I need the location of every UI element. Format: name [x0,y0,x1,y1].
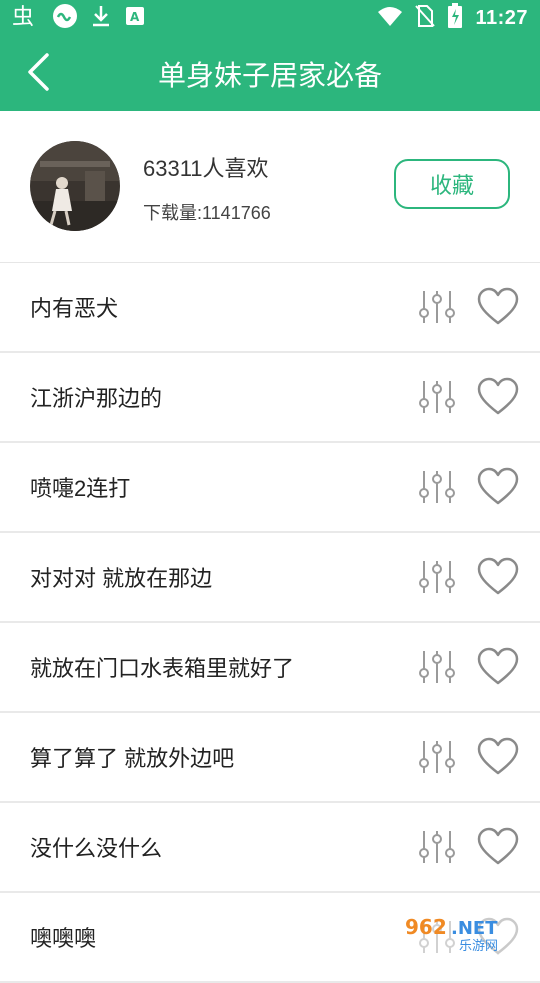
heart-icon[interactable] [477,647,519,687]
svg-text:.NET: .NET [451,918,498,939]
list-item[interactable]: 喷嚏2连打 [0,443,540,533]
sound-title: 噢噢噢 [30,926,97,951]
sound-title: 算了算了 就放外边吧 [30,746,235,771]
wifi-icon [377,5,403,31]
heart-icon[interactable] [477,737,519,777]
sound-title: 江浙沪那边的 [30,386,163,411]
equalizer-icon[interactable] [418,469,456,505]
status-right-icons: 11:27 [377,3,528,33]
sound-list: 内有恶犬江浙沪那边的 喷嚏2连打对对对 就放在那边就放在门口水表箱里就好了 算了算了… [0,263,540,983]
heart-icon[interactable] [477,557,519,597]
status-left-icons: 虫 A [12,4,146,32]
list-item[interactable]: 对对对 就放在那边 [0,533,540,623]
clock: 11:27 [475,6,528,29]
heart-icon[interactable] [477,377,519,417]
bug-app-icon: 虫 [12,4,40,32]
svg-text:乐游网: 乐游网 [459,939,498,954]
no-sim-icon [415,4,436,32]
equalizer-icon[interactable] [418,739,456,775]
app-bar: 单身妹子居家必备 [0,36,540,111]
avatar [30,141,120,231]
list-item[interactable]: 就放在门口水表箱里就好了 [0,623,540,713]
battery-charging-icon [447,3,463,33]
sound-title: 对对对 就放在那边 [30,566,213,591]
heart-icon[interactable] [477,287,519,327]
equalizer-icon[interactable] [418,559,456,595]
equalizer-icon[interactable] [418,379,456,415]
chevron-left-icon [25,52,51,96]
list-item[interactable]: 江浙沪那边的 [0,353,540,443]
heart-icon[interactable] [477,827,519,867]
favorite-button[interactable]: 收藏 [394,159,510,209]
cloud-link-icon [52,3,78,33]
equalizer-icon[interactable] [418,289,456,325]
page-title: 单身妹子居家必备 [157,59,382,91]
list-item[interactable]: 算了算了 就放外边吧 [0,713,540,803]
download-icon [90,4,112,32]
list-item[interactable]: 内有恶犬 [0,263,540,353]
watermark-logo: 962 .NET 乐游网 [399,912,534,954]
app-store-icon: A [124,5,146,31]
sound-title: 就放在门口水表箱里就好了 [30,656,295,681]
status-bar: 虫 A 11:27 [0,0,540,36]
svg-text:虫: 虫 [12,5,34,28]
sound-title: 没什么没什么 [30,836,163,861]
likes-count: 63311人喜欢 [143,156,269,181]
back-button[interactable] [14,46,62,102]
list-item[interactable]: 没什么没什么 [0,803,540,893]
svg-text:962: 962 [405,915,447,939]
download-count: 下载量:1141766 [143,203,271,223]
svg-text:A: A [130,10,140,24]
equalizer-icon[interactable] [418,649,456,685]
equalizer-icon[interactable] [418,829,456,865]
pack-header: 63311人喜欢 下载量:1141766 收藏 [0,111,540,264]
sound-title: 喷嚏2连打 [30,476,131,501]
heart-icon[interactable] [477,467,519,507]
sound-title: 内有恶犬 [30,296,119,321]
